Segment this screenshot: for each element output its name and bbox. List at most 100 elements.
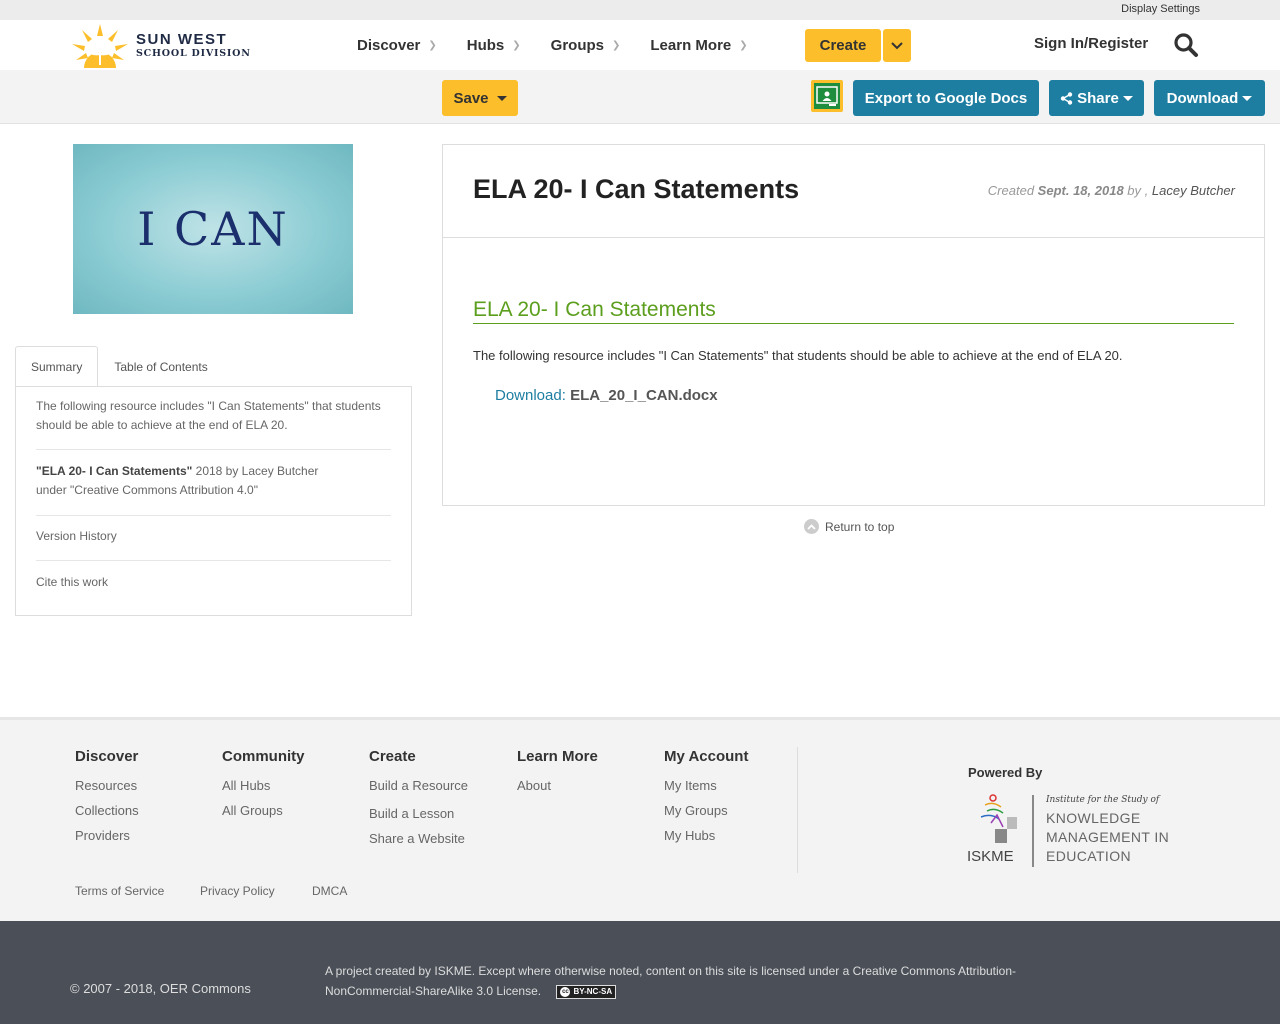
create-button[interactable]: Create	[805, 29, 881, 62]
chevron-down-icon: ❯	[428, 39, 437, 51]
footer-heading: Discover	[75, 748, 139, 765]
footer-col-discover: Discover Resources Collections Providers	[75, 748, 139, 843]
footer-link-my-groups[interactable]: My Groups	[664, 803, 748, 818]
resource-meta: Created Sept. 18, 2018 by , Lacey Butche…	[988, 183, 1235, 198]
summary-text: The following resource includes "I Can S…	[36, 399, 381, 432]
bottom-bar: © 2007 - 2018, OER Commons A project cre…	[0, 921, 1280, 1024]
tab-table-of-contents[interactable]: Table of Contents	[98, 346, 223, 387]
resource-header: ELA 20- I Can Statements Created Sept. 1…	[443, 145, 1264, 238]
search-icon[interactable]	[1173, 32, 1199, 58]
iskme-figure-icon	[980, 794, 1017, 843]
display-settings-link[interactable]: Display Settings	[1121, 3, 1200, 15]
iskme-institute: Institute for the Study of	[1046, 795, 1160, 805]
divider	[36, 449, 391, 450]
nav-hubs[interactable]: Hubs ❯	[467, 37, 521, 54]
iskme-divider	[1032, 795, 1034, 867]
iskme-line-2: MANAGEMENT IN	[1046, 829, 1170, 845]
iskme-wordmark: ISKME	[967, 848, 1014, 865]
main-navbar: SUN WEST SCHOOL DIVISION Discover ❯ Hubs ❯…	[0, 20, 1280, 70]
resource-content: ELA 20- I Can Statements Created Sept. 1…	[442, 144, 1265, 506]
attribution-license: under "Creative Commons Attribution 4.0"	[36, 483, 258, 497]
caret-down-icon	[1242, 95, 1253, 101]
by-label: by ,	[1127, 183, 1149, 198]
footer-col-create: Create Build a Resource Build a Lesson S…	[369, 748, 468, 846]
footer-heading: My Account	[664, 748, 749, 765]
footer-link-my-hubs[interactable]: My Hubs	[664, 828, 748, 843]
download-button-label: Download	[1166, 89, 1239, 107]
section-title: ELA 20- I Can Statements	[473, 298, 1234, 324]
footer-heading: Create	[369, 748, 416, 765]
top-strip: Display Settings	[0, 0, 1280, 20]
terms-of-service-link[interactable]: Terms of Service	[75, 884, 164, 898]
footer-link-all-groups[interactable]: All Groups	[222, 803, 305, 818]
license-notice: A project created by ISKME. Except where…	[325, 961, 1085, 1001]
caret-down-icon	[1122, 95, 1133, 101]
sidebar-tabs: Summary Table of Contents	[15, 346, 224, 387]
footer-link-providers[interactable]: Providers	[75, 828, 139, 843]
export-google-docs-button[interactable]: Export to Google Docs	[853, 80, 1039, 116]
share-icon	[1060, 91, 1073, 105]
author-link[interactable]: Lacey Butcher	[1152, 183, 1235, 198]
nav-hubs-label: Hubs	[466, 36, 505, 54]
attribution-year-author: 2018 by Lacey Butcher	[192, 464, 319, 478]
save-button[interactable]: Save	[442, 80, 518, 116]
download-file-link[interactable]: Download: ELA_20_I_CAN.docx	[495, 387, 718, 404]
brand-logo[interactable]: SUN WEST SCHOOL DIVISION	[70, 20, 251, 70]
summary-panel: The following resource includes "I Can S…	[15, 386, 412, 616]
chevron-down-icon: ❯	[512, 39, 521, 51]
download-label: Download:	[495, 387, 566, 404]
nav-discover-label: Discover	[357, 36, 421, 54]
cc-badge-icon: cc	[560, 986, 571, 997]
return-to-top-label: Return to top	[825, 519, 895, 534]
footer-link-resources[interactable]: Resources	[75, 778, 139, 793]
privacy-policy-link[interactable]: Privacy Policy	[200, 884, 275, 898]
version-history-link[interactable]: Version History	[36, 527, 391, 546]
thumbnail-text: I CAN	[137, 202, 289, 256]
attribution-title: "ELA 20- I Can Statements"	[36, 464, 193, 478]
cc-license-badge[interactable]: cc BY-NC-SA	[556, 984, 617, 999]
footer-heading: Learn More	[517, 748, 598, 765]
resource-toolbar: Save Export to Google Docs Share Downloa…	[0, 70, 1280, 124]
cite-this-work-link[interactable]: Cite this work	[36, 573, 391, 592]
footer-col-community: Community All Hubs All Groups	[222, 748, 305, 818]
nav-learn-more-label: Learn More	[650, 36, 732, 54]
share-button-label: Share	[1077, 89, 1119, 107]
caret-down-icon	[496, 95, 507, 101]
iskme-tagline: KNOWLEDGE MANAGEMENT IN EDUCATION	[1046, 809, 1169, 866]
nav-groups[interactable]: Groups ❯	[551, 37, 621, 54]
resource-thumbnail: I CAN	[73, 144, 353, 314]
iskme-line-1: KNOWLEDGE	[1046, 810, 1141, 826]
share-button[interactable]: Share	[1049, 80, 1144, 116]
iskme-logo[interactable]: ISKME Institute for the Study of KNOWLED…	[967, 793, 1177, 869]
return-to-top-link[interactable]: Return to top	[804, 519, 894, 534]
tab-summary[interactable]: Summary	[15, 346, 99, 387]
footer-link-all-hubs[interactable]: All Hubs	[222, 778, 305, 793]
divider	[36, 515, 391, 516]
primary-menu: Discover ❯ Hubs ❯ Groups ❯ Learn More ❯	[357, 20, 778, 70]
create-dropdown-button[interactable]	[883, 29, 911, 62]
download-button[interactable]: Download	[1154, 80, 1265, 116]
nav-groups-label: Groups	[550, 36, 604, 54]
footer-link-about[interactable]: About	[517, 778, 598, 793]
footer-link-collections[interactable]: Collections	[75, 803, 139, 818]
footer-link-share-website[interactable]: Share a Website	[369, 831, 468, 846]
footer-link-build-resource[interactable]: Build a Resource	[369, 778, 468, 793]
resource-description: The following resource includes "I Can S…	[473, 348, 1123, 363]
footer-col-my-account: My Account My Items My Groups My Hubs	[664, 748, 748, 843]
footer-link-build-lesson[interactable]: Build a Lesson	[369, 806, 468, 821]
brand-subtitle: SCHOOL DIVISION	[136, 47, 251, 59]
nav-learn-more[interactable]: Learn More ❯	[650, 37, 747, 54]
sun-logo-icon	[70, 22, 130, 68]
dmca-link[interactable]: DMCA	[312, 884, 347, 898]
created-label: Created	[987, 183, 1035, 198]
license-text: A project created by ISKME. Except where…	[325, 964, 1017, 998]
chevron-down-icon: ❯	[612, 39, 621, 51]
google-classroom-icon[interactable]	[811, 80, 843, 112]
footer-link-my-items[interactable]: My Items	[664, 778, 748, 793]
download-filename: ELA_20_I_CAN.docx	[570, 387, 718, 404]
nav-discover[interactable]: Discover ❯	[357, 37, 437, 54]
created-date: Sept. 18, 2018	[1037, 183, 1124, 198]
attribution: "ELA 20- I Can Statements" 2018 by Lacey…	[36, 462, 391, 500]
sign-in-register-link[interactable]: Sign In/Register	[1034, 35, 1148, 52]
brand-name: SUN WEST	[136, 30, 228, 48]
